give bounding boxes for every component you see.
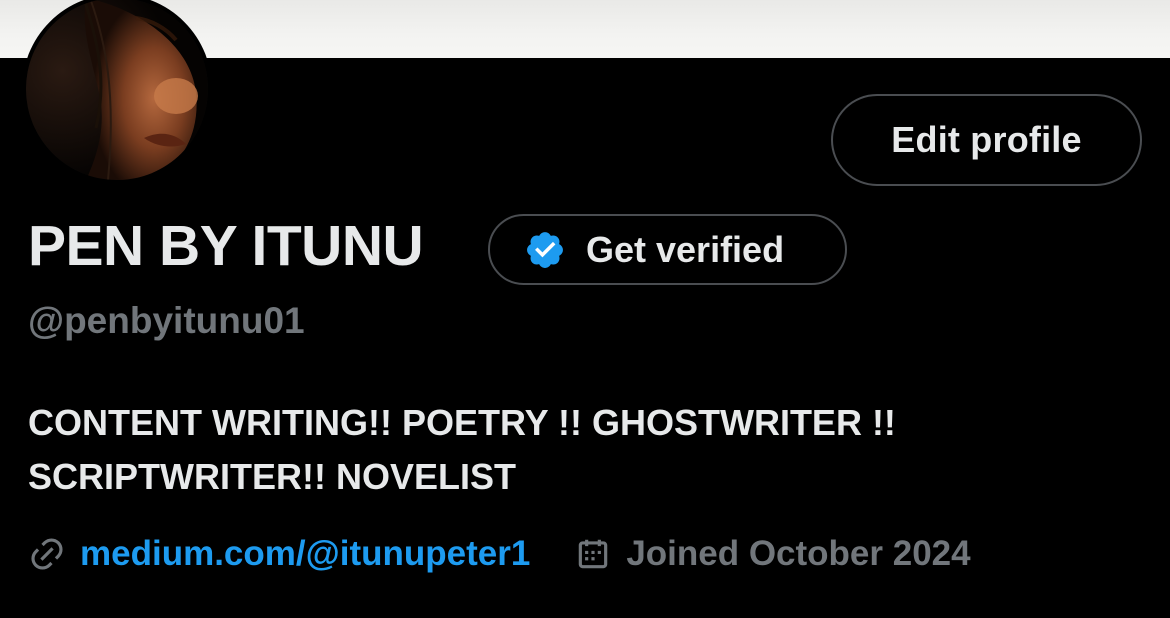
joined-date-label: Joined October 2024 <box>626 534 971 573</box>
profile-meta-row: medium.com/@itunupeter1 Joined October 2… <box>28 530 971 578</box>
profile-bio: CONTENT WRITING!! POETRY !! GHOSTWRITER … <box>28 402 896 497</box>
display-name: PEN BY ITUNU <box>28 214 424 278</box>
get-verified-button[interactable]: Get verified <box>488 214 847 285</box>
joined-date: Joined October 2024 <box>574 534 971 574</box>
banner-image-detail <box>1010 0 1100 20</box>
avatar-portrait <box>26 0 208 180</box>
calendar-icon <box>579 539 608 569</box>
profile-page: Edit profile PEN BY ITUNU Get verified @… <box>0 0 1170 618</box>
get-verified-label: Get verified <box>586 228 785 270</box>
edit-profile-button[interactable]: Edit profile <box>831 94 1142 186</box>
website-link[interactable]: medium.com/@itunupeter1 <box>80 534 530 574</box>
user-handle: @penbyitunu01 <box>28 300 305 341</box>
avatar[interactable] <box>22 0 212 184</box>
link-icon <box>31 538 63 570</box>
verified-badge-icon <box>527 231 563 268</box>
